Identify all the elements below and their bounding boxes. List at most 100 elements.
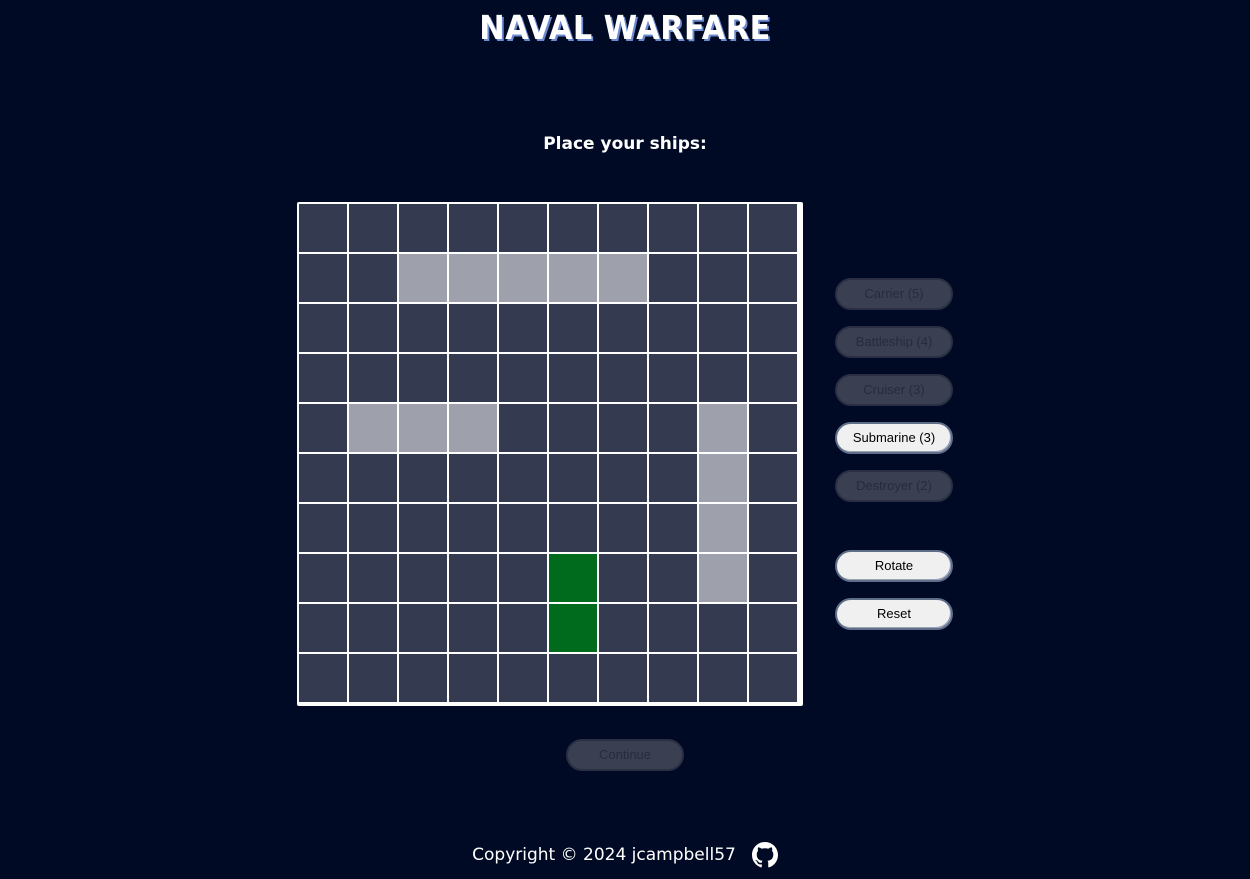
board-cell-6-0[interactable] (299, 504, 347, 552)
board-cell-4-5[interactable] (549, 404, 597, 452)
board-cell-7-2[interactable] (399, 554, 447, 602)
board-cell-3-7[interactable] (649, 354, 697, 402)
board-cell-5-0[interactable] (299, 454, 347, 502)
board-cell-9-2[interactable] (399, 654, 447, 702)
board-cell-9-6[interactable] (599, 654, 647, 702)
board-cell-1-4[interactable] (499, 254, 547, 302)
board-cell-6-4[interactable] (499, 504, 547, 552)
board-cell-2-6[interactable] (599, 304, 647, 352)
board-cell-0-3[interactable] (449, 204, 497, 252)
board-cell-5-3[interactable] (449, 454, 497, 502)
board-cell-9-0[interactable] (299, 654, 347, 702)
board-cell-0-1[interactable] (349, 204, 397, 252)
board-cell-1-6[interactable] (599, 254, 647, 302)
battleship-button[interactable]: Battleship (4) (835, 326, 953, 358)
board-cell-0-6[interactable] (599, 204, 647, 252)
board-cell-3-3[interactable] (449, 354, 497, 402)
board-cell-9-8[interactable] (699, 654, 747, 702)
board-cell-2-8[interactable] (699, 304, 747, 352)
board-cell-3-5[interactable] (549, 354, 597, 402)
board-cell-9-3[interactable] (449, 654, 497, 702)
board-cell-5-9[interactable] (749, 454, 797, 502)
board-cell-8-9[interactable] (749, 604, 797, 652)
submarine-button[interactable]: Submarine (3) (835, 422, 953, 454)
board-cell-5-1[interactable] (349, 454, 397, 502)
board-cell-6-2[interactable] (399, 504, 447, 552)
board-cell-0-9[interactable] (749, 204, 797, 252)
board-cell-7-5[interactable] (549, 554, 597, 602)
board-cell-5-6[interactable] (599, 454, 647, 502)
board-cell-7-8[interactable] (699, 554, 747, 602)
board-cell-1-8[interactable] (699, 254, 747, 302)
board-cell-3-4[interactable] (499, 354, 547, 402)
continue-button[interactable]: Continue (566, 739, 684, 771)
board-cell-8-0[interactable] (299, 604, 347, 652)
board-cell-6-5[interactable] (549, 504, 597, 552)
board-cell-1-0[interactable] (299, 254, 347, 302)
board-cell-7-3[interactable] (449, 554, 497, 602)
board-cell-4-9[interactable] (749, 404, 797, 452)
board-cell-6-8[interactable] (699, 504, 747, 552)
destroyer-button[interactable]: Destroyer (2) (835, 470, 953, 502)
board-cell-1-7[interactable] (649, 254, 697, 302)
board-cell-8-8[interactable] (699, 604, 747, 652)
board-cell-0-8[interactable] (699, 204, 747, 252)
board-cell-2-9[interactable] (749, 304, 797, 352)
board-cell-7-6[interactable] (599, 554, 647, 602)
board-cell-6-3[interactable] (449, 504, 497, 552)
github-icon[interactable] (751, 842, 778, 868)
board-cell-2-5[interactable] (549, 304, 597, 352)
board-cell-8-4[interactable] (499, 604, 547, 652)
board-cell-2-4[interactable] (499, 304, 547, 352)
board-cell-7-0[interactable] (299, 554, 347, 602)
board-cell-5-4[interactable] (499, 454, 547, 502)
board-cell-1-9[interactable] (749, 254, 797, 302)
board-cell-0-5[interactable] (549, 204, 597, 252)
board-cell-5-7[interactable] (649, 454, 697, 502)
board-cell-7-9[interactable] (749, 554, 797, 602)
board-cell-7-4[interactable] (499, 554, 547, 602)
board-cell-4-7[interactable] (649, 404, 697, 452)
board-cell-4-0[interactable] (299, 404, 347, 452)
board-cell-0-4[interactable] (499, 204, 547, 252)
board-cell-6-1[interactable] (349, 504, 397, 552)
board-cell-4-8[interactable] (699, 404, 747, 452)
board-cell-0-7[interactable] (649, 204, 697, 252)
board-cell-1-5[interactable] (549, 254, 597, 302)
board-cell-1-3[interactable] (449, 254, 497, 302)
board-cell-7-1[interactable] (349, 554, 397, 602)
board-cell-9-7[interactable] (649, 654, 697, 702)
rotate-button[interactable]: Rotate (835, 550, 953, 582)
board-cell-3-2[interactable] (399, 354, 447, 402)
board-cell-6-7[interactable] (649, 504, 697, 552)
board-cell-4-6[interactable] (599, 404, 647, 452)
board-cell-3-8[interactable] (699, 354, 747, 402)
board-cell-2-1[interactable] (349, 304, 397, 352)
board-cell-8-3[interactable] (449, 604, 497, 652)
board-cell-5-8[interactable] (699, 454, 747, 502)
board-cell-5-2[interactable] (399, 454, 447, 502)
reset-button[interactable]: Reset (835, 598, 953, 630)
cruiser-button[interactable]: Cruiser (3) (835, 374, 953, 406)
board-cell-9-9[interactable] (749, 654, 797, 702)
board-cell-3-9[interactable] (749, 354, 797, 402)
board-cell-5-5[interactable] (549, 454, 597, 502)
board-cell-3-0[interactable] (299, 354, 347, 402)
board-cell-0-2[interactable] (399, 204, 447, 252)
board-cell-9-5[interactable] (549, 654, 597, 702)
board-cell-4-4[interactable] (499, 404, 547, 452)
board-cell-3-1[interactable] (349, 354, 397, 402)
carrier-button[interactable]: Carrier (5) (835, 278, 953, 310)
board-cell-2-7[interactable] (649, 304, 697, 352)
board-cell-4-1[interactable] (349, 404, 397, 452)
board-cell-8-1[interactable] (349, 604, 397, 652)
board-cell-8-5[interactable] (549, 604, 597, 652)
board-cell-8-7[interactable] (649, 604, 697, 652)
board-cell-3-6[interactable] (599, 354, 647, 402)
board-cell-9-1[interactable] (349, 654, 397, 702)
board-cell-0-0[interactable] (299, 204, 347, 252)
board-cell-2-3[interactable] (449, 304, 497, 352)
board-cell-1-1[interactable] (349, 254, 397, 302)
board-cell-6-6[interactable] (599, 504, 647, 552)
board-cell-7-7[interactable] (649, 554, 697, 602)
